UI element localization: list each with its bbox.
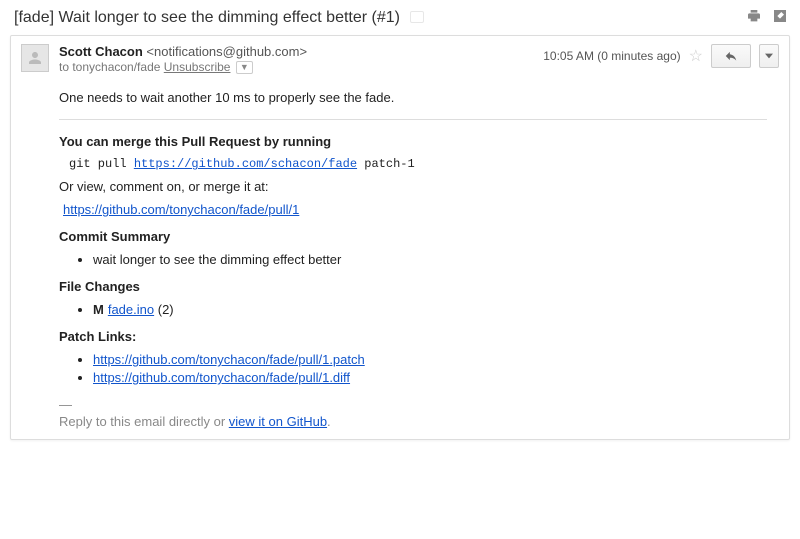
- new-window-icon[interactable]: [772, 8, 788, 27]
- sender-name: Scott Chacon: [59, 44, 143, 59]
- intro-text: One needs to wait another 10 ms to prope…: [59, 90, 767, 105]
- to-line: to tonychacon/fade Unsubscribe ▼: [59, 60, 543, 74]
- file-link[interactable]: fade.ino: [108, 302, 154, 317]
- print-icon[interactable]: [746, 8, 762, 27]
- divider: [59, 119, 767, 120]
- reply-button[interactable]: [711, 44, 751, 68]
- view-on-github-link[interactable]: view it on GitHub: [229, 414, 327, 429]
- avatar: [21, 44, 49, 72]
- email-subject: [fade] Wait longer to see the dimming ef…: [14, 9, 746, 27]
- patch-url[interactable]: https://github.com/tonychacon/fade/pull/…: [93, 352, 365, 367]
- footer-line: Reply to this email directly or view it …: [59, 414, 767, 429]
- more-actions-button[interactable]: [759, 44, 779, 68]
- git-pull-command: git pull https://github.com/schacon/fade…: [69, 157, 767, 171]
- sender-email: <notifications@github.com>: [146, 44, 307, 59]
- timestamp: 10:05 AM (0 minutes ago): [543, 49, 680, 63]
- email-body: One needs to wait another 10 ms to prope…: [11, 76, 789, 439]
- star-icon[interactable]: ☆: [689, 46, 703, 66]
- patch-links-heading: Patch Links:: [59, 329, 767, 344]
- pull-request-url[interactable]: https://github.com/tonychacon/fade/pull/…: [63, 202, 299, 217]
- commit-summary-item: wait longer to see the dimming effect be…: [93, 252, 767, 267]
- label-icon[interactable]: [410, 11, 424, 23]
- from-line: Scott Chacon <notifications@github.com>: [59, 44, 543, 59]
- patch-link-item: https://github.com/tonychacon/fade/pull/…: [93, 352, 767, 367]
- git-pull-url[interactable]: https://github.com/schacon/fade: [134, 157, 357, 171]
- or-view-line: Or view, comment on, or merge it at:: [59, 179, 767, 194]
- file-change-item: Mfade.ino (2): [93, 302, 767, 317]
- merge-heading: You can merge this Pull Request by runni…: [59, 134, 767, 149]
- footer-dash: —: [59, 397, 767, 412]
- details-toggle-icon[interactable]: ▼: [236, 61, 253, 74]
- unsubscribe-link[interactable]: Unsubscribe: [164, 60, 231, 74]
- commit-summary-heading: Commit Summary: [59, 229, 767, 244]
- patch-link-item: https://github.com/tonychacon/fade/pull/…: [93, 370, 767, 385]
- diff-url[interactable]: https://github.com/tonychacon/fade/pull/…: [93, 370, 350, 385]
- email-message: Scott Chacon <notifications@github.com> …: [10, 35, 790, 440]
- file-changes-heading: File Changes: [59, 279, 767, 294]
